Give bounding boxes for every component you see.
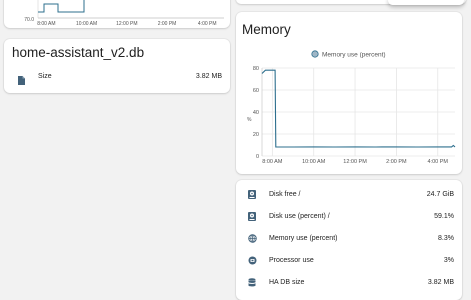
y-tick-label: 0 xyxy=(256,154,259,160)
x-tick-label: 2:00 PM xyxy=(158,21,177,27)
memory-chart: Memory use (percent) % 0 20 40 60 80 8:00 AM… xyxy=(247,50,456,165)
harddisk-icon xyxy=(248,190,256,199)
y-tick-label: 70.0 xyxy=(24,17,34,23)
x-tick-label: 8:00 AM xyxy=(37,21,55,27)
ha-db-size-value: 3.82 MB xyxy=(427,279,454,286)
y-axis-label: % xyxy=(247,117,252,123)
size-label: Size xyxy=(38,73,52,80)
size-value: 3.82 MB xyxy=(195,73,222,80)
x-tick-label: 8:00 AM xyxy=(262,159,283,165)
stat-row-processor-use[interactable]: Processor use 3% xyxy=(236,252,462,270)
system-stats-card: Disk free / 24.7 GiB Disk use (percent) … xyxy=(236,180,462,300)
cpu-icon xyxy=(248,256,257,265)
stat-row-disk-use[interactable]: Disk use (percent) / 59.1% xyxy=(236,208,462,226)
history-chart-card: 70.0 8:00 AM 10:00 AM 12:00 PM 2:00 PM 4:00 … xyxy=(4,0,230,28)
ha-db-size-label: HA DB size xyxy=(269,279,305,286)
legend-swatch xyxy=(311,50,319,58)
grid xyxy=(261,67,455,157)
x-tick-label: 10:00 AM xyxy=(76,21,97,27)
history-mini-chart: 70.0 8:00 AM 10:00 AM 12:00 PM 2:00 PM 4:00 … xyxy=(24,0,224,27)
chart-legend[interactable]: Memory use (percent) xyxy=(311,50,386,59)
stat-row-memory-use[interactable]: Memory use (percent) 8.3% xyxy=(236,230,462,248)
harddisk-icon xyxy=(248,212,256,221)
file-icon xyxy=(18,72,25,90)
y-tick-label: 40 xyxy=(253,110,259,116)
history-line xyxy=(38,0,85,13)
disk-free-value: 24.7 GiB xyxy=(426,191,454,198)
y-tick-label: 80 xyxy=(253,66,259,72)
database-icon xyxy=(248,278,256,287)
legend-label: Memory use (percent) xyxy=(322,52,386,59)
database-card: home-assistant_v2.db Size 3.82 MB xyxy=(4,39,230,93)
x-tick-label: 4:00 PM xyxy=(198,21,217,27)
x-tick-label: 12:00 PM xyxy=(116,21,137,27)
disk-use-value: 59.1% xyxy=(434,213,454,220)
x-tick-label: 4:00 PM xyxy=(428,159,449,165)
memory-card-title: Memory xyxy=(242,22,291,37)
processor-use-label: Processor use xyxy=(269,257,314,264)
database-card-title: home-assistant_v2.db xyxy=(12,45,145,60)
x-tick-label: 12:00 PM xyxy=(343,159,367,165)
memory-icon xyxy=(248,234,257,243)
processor-use-value: 3% xyxy=(443,257,454,264)
x-tick-label: 10:00 AM xyxy=(302,159,326,165)
x-tick-label: 2:00 PM xyxy=(386,159,407,165)
y-tick-label: 60 xyxy=(253,88,259,94)
x-tick-group: 8:00 AM 10:00 AM 12:00 PM 2:00 PM 4:00 PM xyxy=(37,21,216,27)
stat-row-disk-free[interactable]: Disk free / 24.7 GiB xyxy=(236,186,462,204)
memory-card: Memory Memory use (percent) % 0 20 40 60 80 … xyxy=(236,12,462,174)
disk-free-label: Disk free / xyxy=(269,191,301,198)
menu-popup-edge[interactable] xyxy=(388,0,464,5)
memory-series-line xyxy=(261,69,456,148)
stat-row-ha-db-size[interactable]: HA DB size 3.82 MB xyxy=(236,274,462,292)
memory-use-value: 8.3% xyxy=(438,235,454,242)
memory-use-label: Memory use (percent) xyxy=(269,235,338,242)
x-ticks: 8:00 AM 10:00 AM 12:00 PM 2:00 PM 4:00 PM xyxy=(262,159,448,165)
disk-use-label: Disk use (percent) / xyxy=(269,213,330,220)
y-ticks: 0 20 40 60 80 xyxy=(253,66,259,160)
y-tick-label: 20 xyxy=(253,132,259,138)
